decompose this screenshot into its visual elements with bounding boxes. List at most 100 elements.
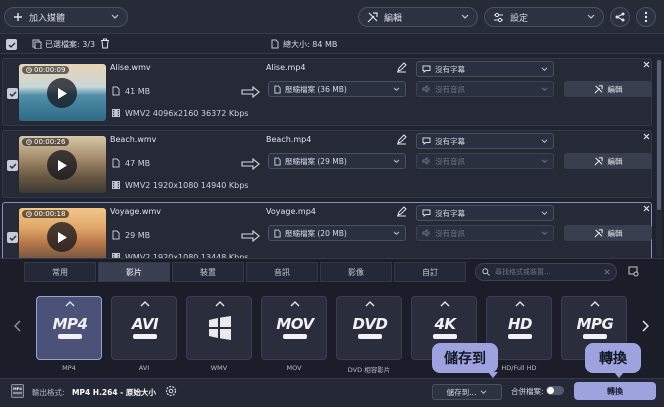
row-edit-button[interactable]: 編輯 bbox=[564, 153, 652, 169]
format-dvd[interactable]: DVD bbox=[336, 296, 402, 360]
settings-menu-label: 設定 bbox=[510, 13, 529, 24]
add-media-button[interactable]: 加入媒體 bbox=[4, 7, 128, 27]
tools-icon bbox=[593, 84, 603, 94]
formats-next-arrow-icon[interactable] bbox=[642, 320, 649, 332]
rename-pencil-icon[interactable] bbox=[396, 62, 407, 73]
save-to-button[interactable]: 儲存到... bbox=[432, 384, 502, 400]
output-format-value[interactable]: MP4 H.264 - 原始大小 bbox=[72, 387, 156, 398]
format-logo-underline bbox=[283, 334, 307, 339]
file-icon bbox=[274, 85, 281, 94]
format-logo-text: MOV bbox=[276, 315, 314, 333]
scrollbar-thumb[interactable] bbox=[657, 60, 661, 210]
rename-pencil-icon[interactable] bbox=[396, 206, 407, 217]
play-icon bbox=[56, 231, 68, 244]
audio-select[interactable]: 沒有音訊 bbox=[416, 153, 554, 169]
output-size-select[interactable]: 壓縮檔案 (29 MB) bbox=[268, 153, 406, 169]
duration-badge: 00:00:26 bbox=[22, 138, 70, 146]
format-logo-underline bbox=[358, 334, 382, 339]
formats-prev-arrow-icon[interactable] bbox=[14, 320, 21, 332]
file-checkbox[interactable] bbox=[7, 232, 18, 243]
chevron-up-icon bbox=[290, 301, 300, 307]
remove-file-close-icon[interactable] bbox=[643, 61, 650, 68]
format-avi[interactable]: AVI bbox=[111, 296, 177, 360]
speech-bubble-icon bbox=[422, 65, 431, 73]
clear-search-close-icon[interactable] bbox=[604, 269, 610, 275]
save-to-label: 儲存到... bbox=[446, 387, 477, 397]
file-checkbox[interactable] bbox=[7, 160, 18, 171]
trash-icon[interactable] bbox=[100, 38, 110, 49]
chevron-down-icon bbox=[541, 230, 548, 236]
tab-custom[interactable]: 自訂 bbox=[394, 262, 466, 282]
output-size-select[interactable]: 壓縮檔案 (20 MB) bbox=[268, 225, 406, 241]
add-media-label: 加入媒體 bbox=[29, 13, 66, 24]
output-filename: Alise.mp4 bbox=[266, 63, 306, 72]
mp4-format-icon: MP4 bbox=[11, 384, 24, 398]
play-button[interactable] bbox=[47, 150, 77, 180]
format-mov[interactable]: MOV bbox=[261, 296, 327, 360]
settings-menu-button[interactable]: 設定 bbox=[484, 7, 604, 27]
edit-menu-button[interactable]: 編輯 bbox=[358, 7, 478, 27]
tab-video[interactable]: 影片 bbox=[98, 262, 170, 282]
source-size: 41 MB bbox=[125, 87, 151, 96]
film-icon bbox=[111, 108, 121, 118]
format-settings-icon[interactable] bbox=[628, 266, 639, 277]
format-wmv[interactable] bbox=[186, 296, 252, 360]
file-icon bbox=[274, 157, 281, 166]
chevron-down-icon bbox=[393, 230, 400, 236]
speaker-icon bbox=[422, 157, 431, 165]
merge-files-toggle[interactable] bbox=[546, 386, 564, 395]
tab-audio[interactable]: 音訊 bbox=[246, 262, 318, 282]
file-row[interactable]: 00:00:09 Alise.wmv 41 MB WMV2 4096x2160 … bbox=[2, 58, 652, 126]
more-menu-button[interactable] bbox=[636, 7, 656, 27]
tools-icon bbox=[367, 11, 378, 23]
convert-button[interactable]: 轉換 bbox=[574, 382, 656, 400]
tab-common[interactable]: 常用 bbox=[24, 262, 96, 282]
chevron-down-icon bbox=[587, 14, 595, 20]
save-to-callout: 儲存到 bbox=[432, 343, 498, 378]
chevron-down-icon bbox=[541, 66, 548, 72]
video-thumbnail[interactable]: 00:00:09 bbox=[19, 64, 106, 121]
subtitle-value: 沒有字幕 bbox=[435, 64, 465, 74]
rename-pencil-icon[interactable] bbox=[396, 134, 407, 145]
format-search-input[interactable]: 尋找格式或裝置... bbox=[475, 263, 617, 281]
subtitle-select[interactable]: 沒有字幕 bbox=[416, 61, 554, 77]
chevron-up-icon bbox=[515, 301, 525, 307]
row-edit-button[interactable]: 編輯 bbox=[564, 81, 652, 97]
subtitle-value: 沒有字幕 bbox=[435, 208, 465, 218]
select-all-checkbox[interactable] bbox=[6, 39, 17, 50]
play-button[interactable] bbox=[47, 222, 77, 252]
row-edit-label: 編輯 bbox=[607, 84, 623, 94]
video-thumbnail[interactable]: 00:00:26 bbox=[19, 136, 106, 193]
play-button[interactable] bbox=[47, 78, 77, 108]
source-filename: Alise.wmv bbox=[110, 63, 151, 72]
audio-select[interactable]: 沒有音訊 bbox=[416, 225, 554, 241]
format-logo-underline bbox=[133, 334, 157, 339]
tools-icon bbox=[593, 228, 603, 238]
tab-image[interactable]: 影像 bbox=[320, 262, 392, 282]
tools-icon bbox=[593, 156, 603, 166]
format-logo-underline bbox=[58, 334, 82, 339]
format-logo-text: MPG bbox=[576, 315, 614, 333]
subtitle-select[interactable]: 沒有字幕 bbox=[416, 133, 554, 149]
audio-value: 沒有音訊 bbox=[435, 156, 465, 166]
video-thumbnail[interactable]: 00:00:18 bbox=[19, 208, 106, 265]
output-size-select[interactable]: 壓縮檔案 (36 MB) bbox=[268, 81, 406, 97]
format-label: WMV bbox=[210, 364, 228, 372]
row-edit-button[interactable]: 編輯 bbox=[564, 225, 652, 241]
search-icon bbox=[482, 268, 490, 276]
remove-file-close-icon[interactable] bbox=[643, 205, 650, 212]
convert-label: 轉換 bbox=[607, 386, 623, 396]
subtitle-value: 沒有字幕 bbox=[435, 136, 465, 146]
chevron-up-icon bbox=[365, 301, 375, 307]
tab-device[interactable]: 裝置 bbox=[172, 262, 244, 282]
share-button[interactable] bbox=[610, 7, 630, 27]
remove-file-close-icon[interactable] bbox=[643, 133, 650, 140]
audio-select[interactable]: 沒有音訊 bbox=[416, 81, 554, 97]
gear-icon[interactable] bbox=[165, 385, 177, 397]
subtitle-select[interactable]: 沒有字幕 bbox=[416, 205, 554, 221]
format-mp4[interactable]: MP4 bbox=[36, 296, 102, 360]
source-metadata: WMV2 1920x1080 14940 Kbps bbox=[125, 181, 249, 190]
file-checkbox[interactable] bbox=[7, 88, 18, 99]
file-row[interactable]: 00:00:26 Beach.wmv 47 MB WMV2 1920x1080 … bbox=[2, 130, 652, 198]
format-logo-underline bbox=[508, 334, 532, 339]
